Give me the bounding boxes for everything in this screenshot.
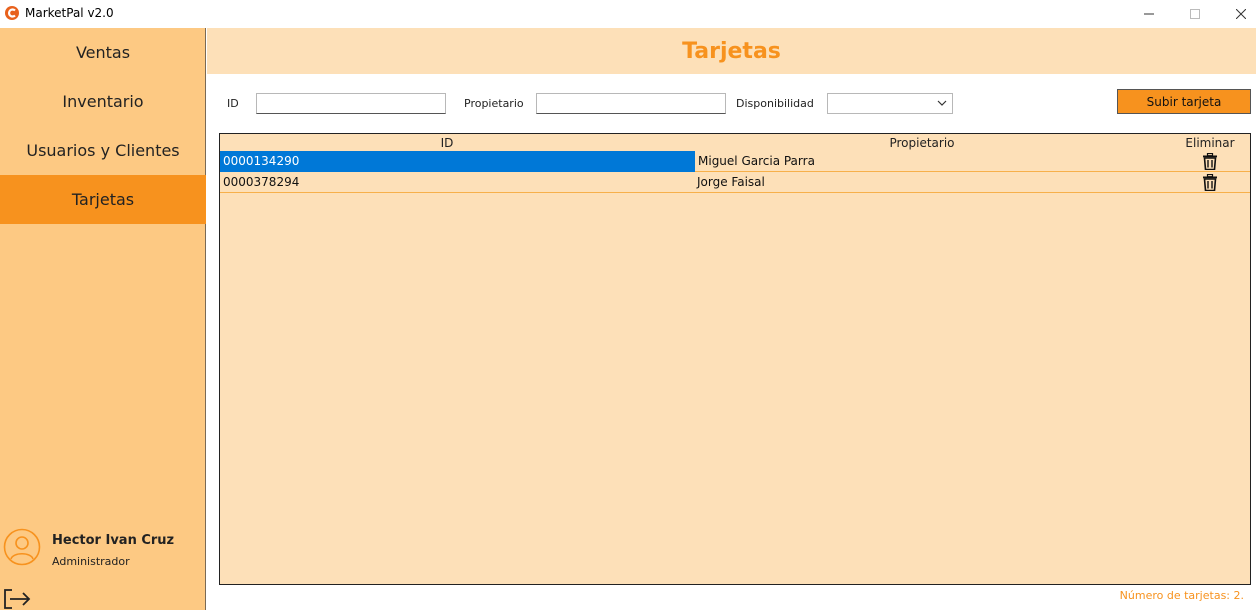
page-title: Tarjetas: [682, 38, 781, 64]
owner-filter-label: Propietario: [464, 97, 524, 110]
id-filter-label: ID: [227, 97, 239, 110]
sidebar-item-label: Inventario: [62, 92, 144, 111]
upload-card-button[interactable]: Subir tarjeta: [1117, 89, 1251, 114]
column-header-delete: Eliminar: [1185, 136, 1235, 150]
sidebar-item-tarjetas[interactable]: Tarjetas: [0, 175, 206, 224]
title-bar: MarketPal v2.0: [0, 0, 1256, 27]
id-filter-input[interactable]: [256, 93, 446, 114]
sidebar-item-usuarios-clientes[interactable]: Usuarios y Clientes: [0, 126, 206, 175]
table-row[interactable]: 0000378294 Jorge Faisal: [220, 172, 1250, 193]
sidebar-item-label: Ventas: [75, 43, 131, 62]
user-role: Administrador: [52, 555, 130, 568]
card-owner-cell[interactable]: Jorge Faisal: [694, 172, 1174, 193]
close-button[interactable]: [1218, 0, 1256, 27]
page-header: Tarjetas: [207, 28, 1256, 74]
window-title: MarketPal v2.0: [25, 6, 114, 20]
availability-select[interactable]: [827, 93, 953, 114]
sidebar-item-label: Usuarios y Clientes: [26, 141, 180, 160]
trash-icon[interactable]: [1202, 153, 1218, 170]
chevron-down-icon: [937, 100, 947, 106]
close-icon: [1236, 8, 1246, 19]
maximize-button[interactable]: [1172, 0, 1218, 27]
availability-filter-label: Disponibilidad: [736, 97, 814, 110]
logout-icon[interactable]: [2, 588, 32, 610]
user-profile: Hector Ivan Cruz Administrador: [0, 526, 206, 586]
card-count-status: Número de tarjetas: 2.: [1119, 589, 1244, 602]
trash-icon[interactable]: [1202, 174, 1218, 191]
column-header-owner[interactable]: Propietario: [674, 136, 1170, 152]
owner-filter-input[interactable]: [536, 93, 726, 114]
card-owner-cell[interactable]: Miguel Garcia Parra: [695, 151, 1175, 172]
sidebar-item-inventario[interactable]: Inventario: [0, 77, 206, 126]
minimize-icon: [1144, 13, 1154, 14]
maximize-icon: [1190, 8, 1200, 19]
cards-table: ID Propietario Eliminar 0000134290 Migue…: [219, 133, 1251, 585]
app-logo-icon: [5, 6, 19, 20]
card-id-cell[interactable]: 0000378294: [220, 172, 695, 193]
column-header-id[interactable]: ID: [220, 136, 674, 152]
sidebar: Ventas Inventario Usuarios y Clientes Ta…: [0, 28, 206, 610]
user-name: Hector Ivan Cruz: [52, 533, 175, 548]
sidebar-item-ventas[interactable]: Ventas: [0, 28, 206, 77]
sidebar-item-label: Tarjetas: [71, 190, 135, 209]
table-row[interactable]: 0000134290 Miguel Garcia Parra: [220, 151, 1250, 172]
app-window: MarketPal v2.0 Ventas Inventario Usuario…: [0, 0, 1256, 610]
card-id-cell[interactable]: 0000134290: [220, 151, 695, 172]
user-circle-icon: [3, 528, 41, 566]
minimize-button[interactable]: [1126, 0, 1172, 27]
